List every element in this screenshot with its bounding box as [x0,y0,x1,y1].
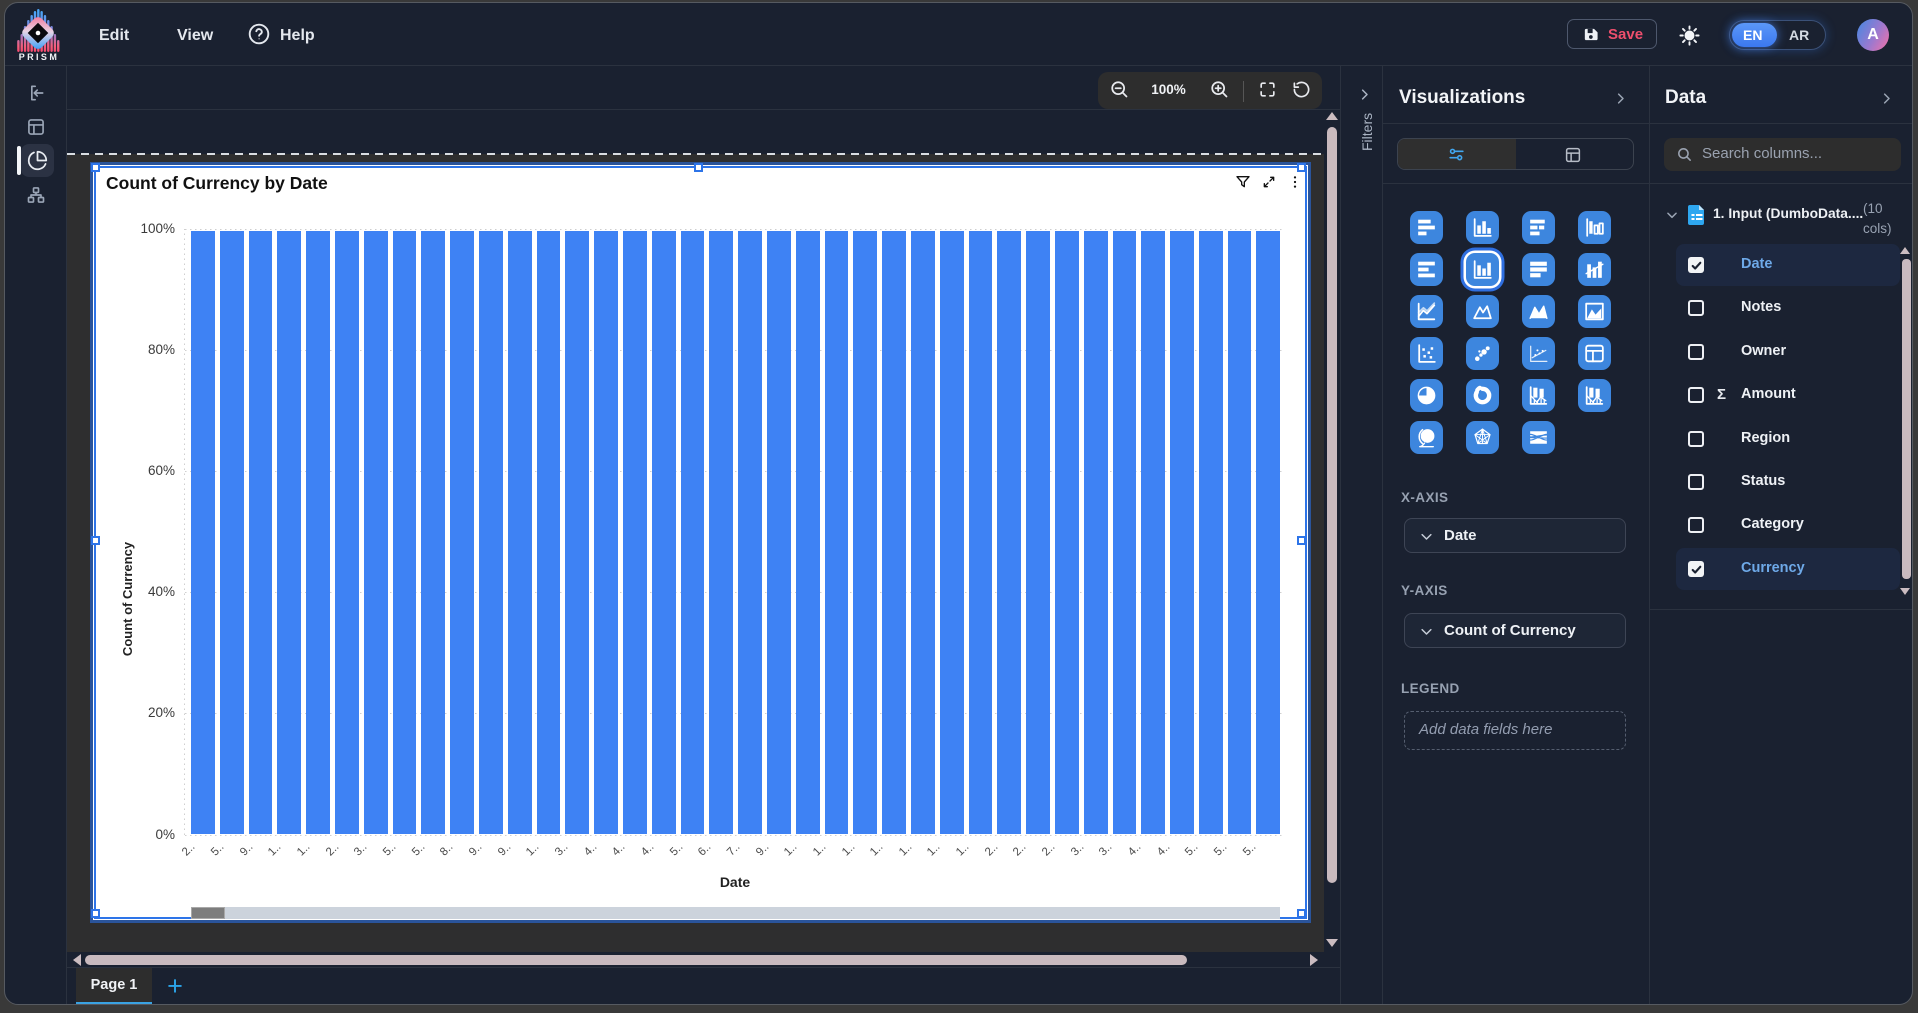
svg-text:PRISM: PRISM [19,52,60,61]
